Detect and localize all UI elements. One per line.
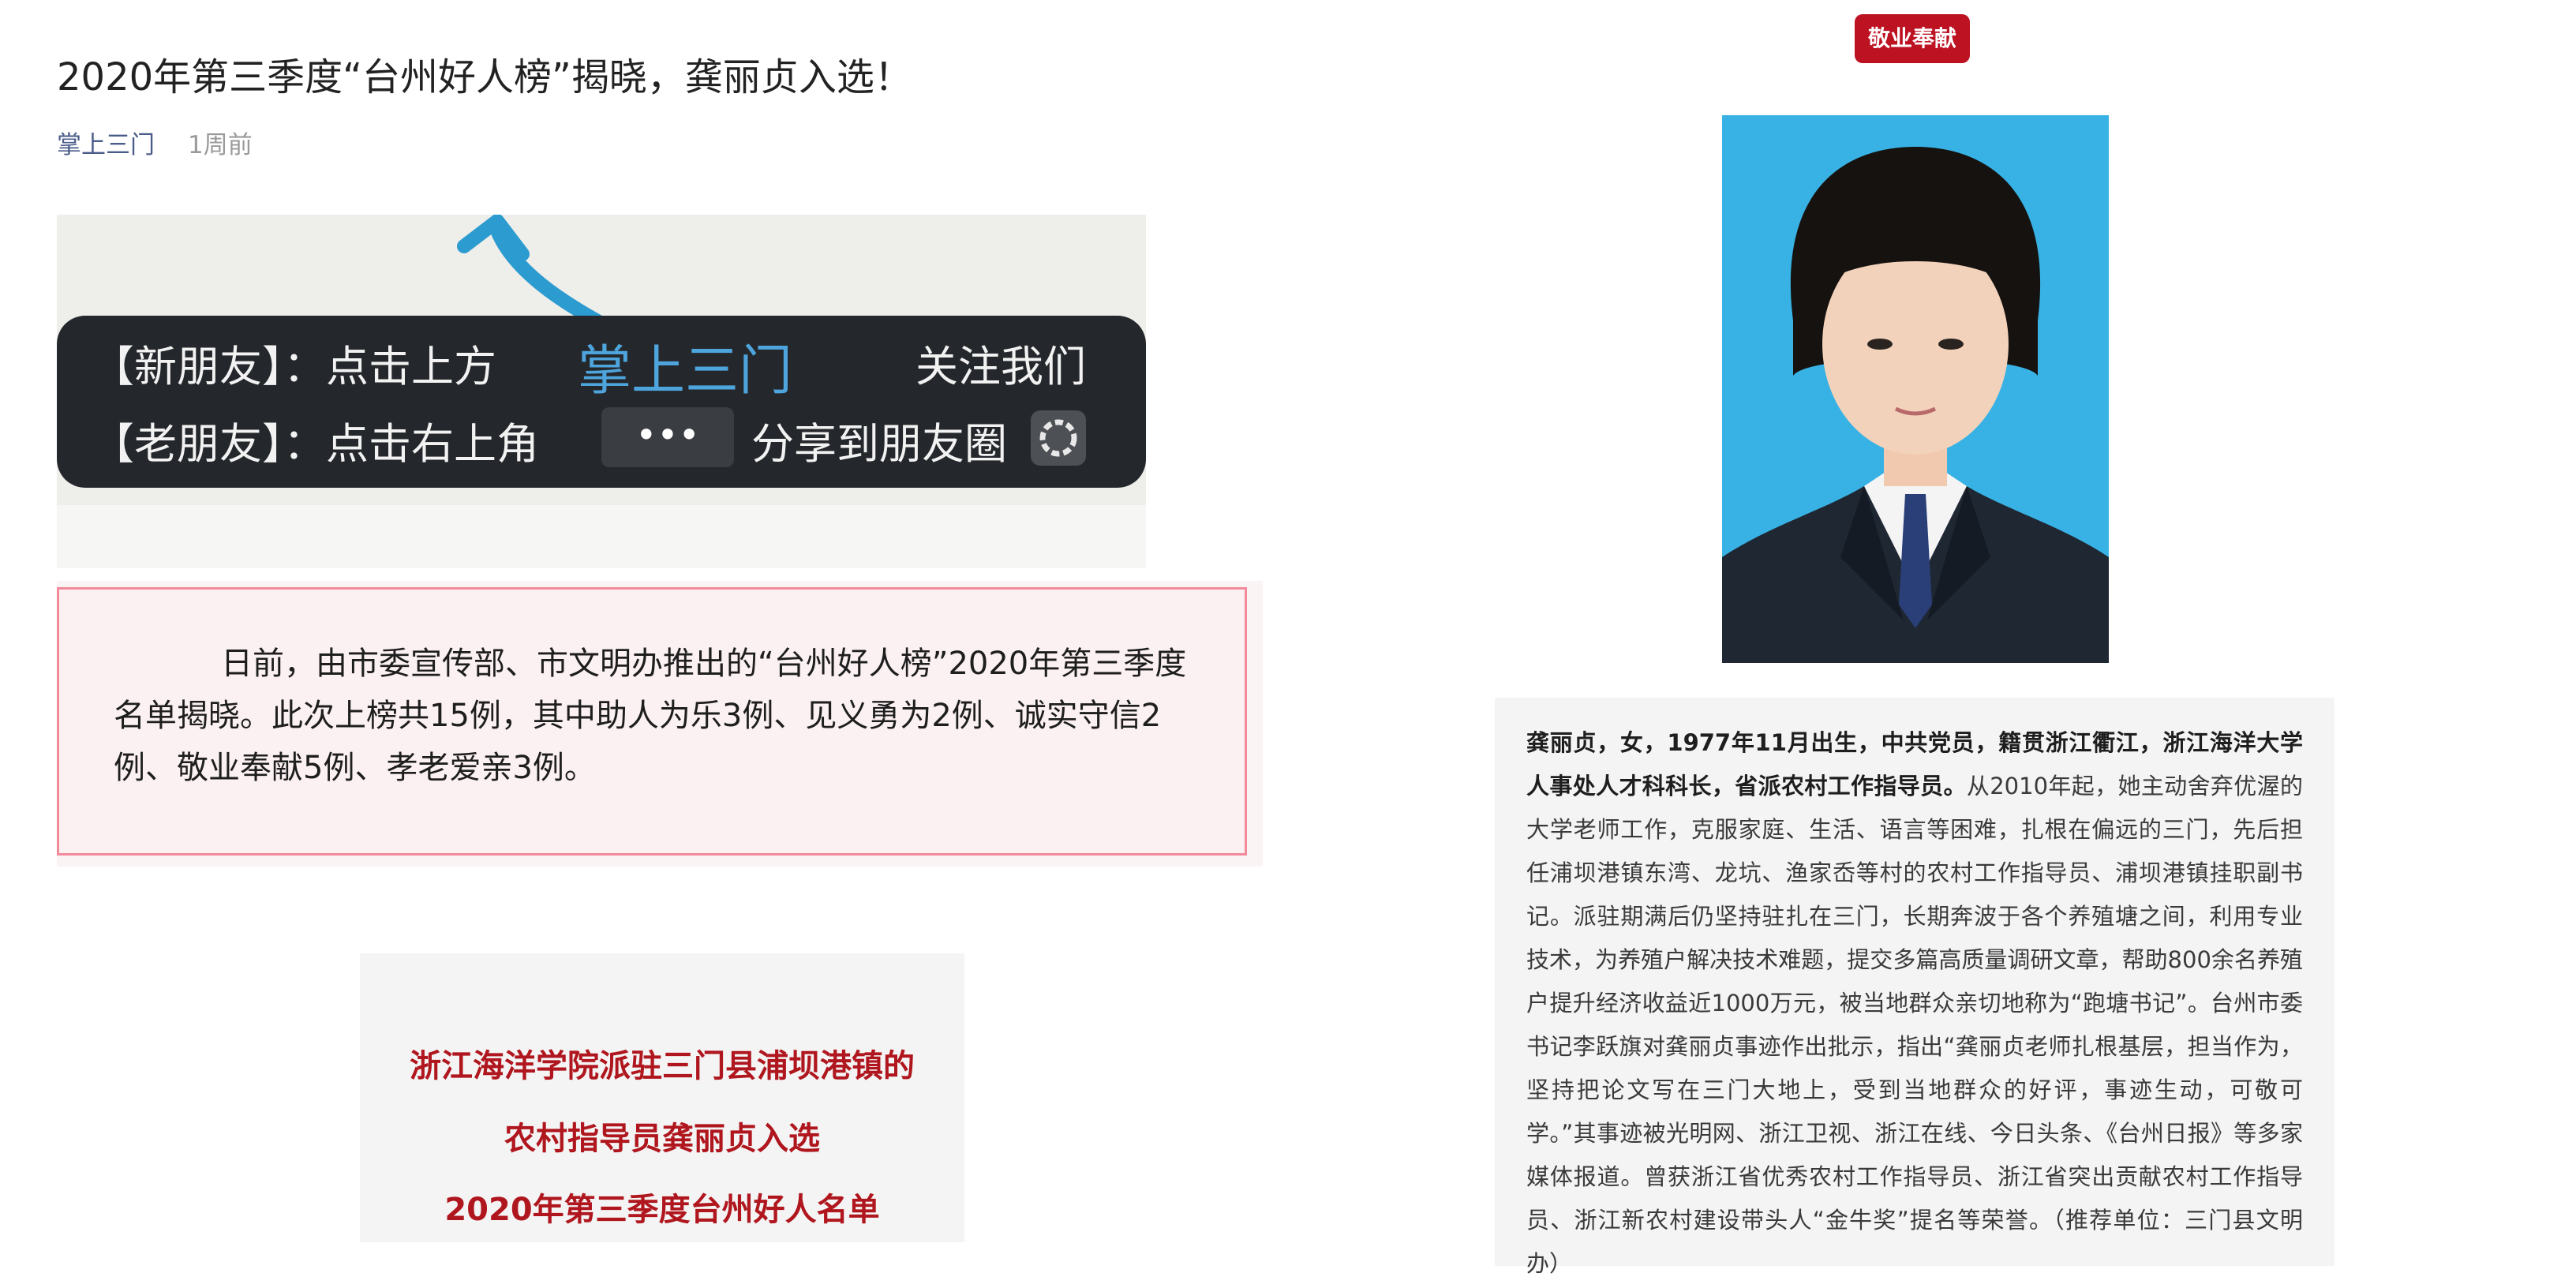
follow-text: 关注我们 [915,342,1086,391]
account-name: 掌上三门 [578,340,793,402]
category-tag: 敬业奉献 [1855,14,1970,63]
bio-body: 从2010年起，她主动舍弃优渥的大学老师工作，克服家庭、生活、语言等困难，扎根在… [1526,773,2303,1277]
banner-bottom-strip [57,505,1146,568]
portrait-photo [1722,115,2109,663]
intro-paragraph: 日前，由市委宣传部、市文明办推出的“台州好人榜”2020年第三季度名单揭晓。此次… [114,646,1187,786]
bio-paragraph: 龚丽贞，女，1977年11月出生，中共党员，籍贯浙江衢江，浙江海洋大学人事处人才… [1526,721,2303,1286]
old-friend-text: 【老朋友】：点击右上角 [92,419,539,469]
moments-icon [1031,410,1086,466]
more-menu-icon: ••• [601,407,734,467]
new-friend-text: 【新朋友】：点击上方 [92,342,496,391]
article-title: 2020年第三季度“台州好人榜”揭晓，龚丽贞入选！ [57,55,912,99]
headline-line-3: 2020年第三季度台州好人名单 [444,1192,880,1228]
headline-line-2: 农村指导员龚丽贞入选 [504,1121,820,1157]
share-text: 分享到朋友圈 [751,419,1007,469]
publish-time: 1周前 [188,131,253,159]
source-link[interactable]: 掌上三门 [57,125,155,160]
follow-banner: 【新朋友】：点击上方 掌上三门 关注我们 【老朋友】：点击右上角 ••• 分享到… [57,215,1146,568]
headline-line-1: 浙江海洋学院派驻三门县浦坝港镇的 [410,1048,915,1084]
